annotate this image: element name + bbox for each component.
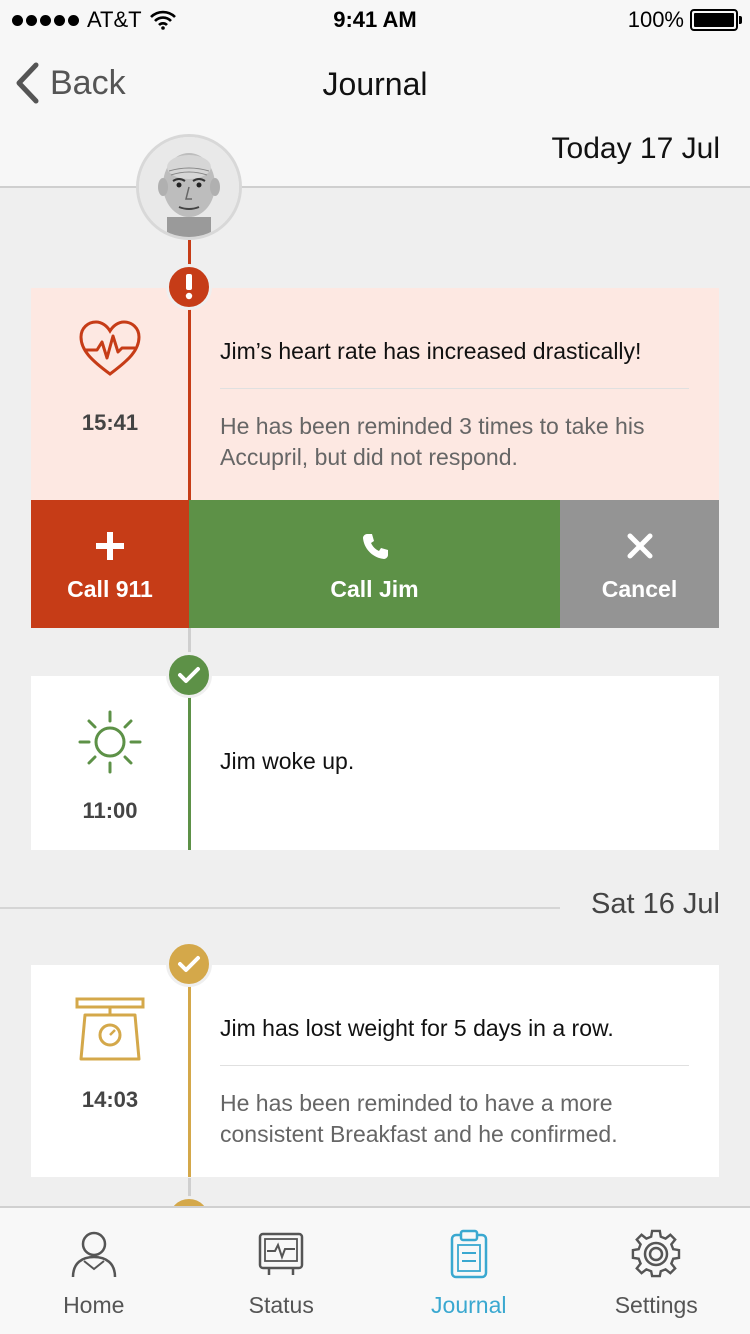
entry-detail: He has been reminded to have a more cons… [220,1090,618,1147]
entry-headline: Jim’s heart rate has increased drastical… [220,338,642,364]
call-911-label: Call 911 [67,575,153,602]
call-911-button[interactable]: Call 911 [31,500,189,628]
entry-time: 15:41 [81,410,139,435]
entry-headline: Jim woke up. [220,748,355,774]
cancel-label: Cancel [601,575,678,602]
avatar[interactable] [136,134,242,240]
cancel-button[interactable]: Cancel [560,500,719,628]
person-icon [71,1231,116,1278]
scale-icon [75,997,145,1061]
exclamation-icon [185,274,193,300]
divider [220,1065,689,1066]
journal-entry[interactable]: 11:00 Jim woke up. [31,676,719,850]
checkmark-icon [178,956,200,972]
elderly-man-portrait [139,137,239,237]
battery-percent: 100% [627,7,684,32]
call-jim-button[interactable]: Call Jim [189,500,560,628]
tab-label: Status [248,1292,314,1318]
call-jim-label: Call Jim [330,575,419,602]
tab-label: Home [63,1292,125,1318]
close-icon [627,533,652,558]
status-badge-ok [166,652,212,698]
journal-entry-warning[interactable]: 14:03 Jim has lost weight for 5 days in … [31,965,719,1177]
tab-home[interactable]: Home [0,1208,188,1334]
entry-time: 11:00 [82,798,138,823]
journal-entry-alert[interactable]: 15:41 Jim’s heart rate has increased dra… [31,288,719,500]
tab-settings[interactable]: Settings [563,1208,750,1334]
tab-label: Journal [431,1292,507,1318]
date-separator: Sat 16 Jul [0,880,750,936]
navigation-bar: Back Journal Today 17 Jul [0,40,750,188]
alert-badge [166,264,212,310]
entry-detail: He has been reminded 3 times to take his… [220,413,645,470]
divider [0,907,560,909]
gear-icon [631,1229,681,1278]
tab-bar: Home Status Journal Settings [0,1206,750,1334]
entry-time: 14:03 [81,1087,139,1112]
date-header-saturday: Sat 16 Jul [591,888,720,920]
divider [220,388,689,389]
status-bar: AT&T 9:41 AM 100% [0,0,750,40]
page-title: Journal [322,66,428,102]
tab-status[interactable]: Status [188,1208,376,1334]
date-header-today: Today 17 Jul [551,132,720,165]
alert-actions: Call 911 Call Jim Cancel [31,500,719,628]
status-badge-warning [166,941,212,987]
tab-label: Settings [614,1292,698,1318]
monitor-icon [259,1232,304,1275]
heart-rate-icon [79,320,141,376]
phone-icon [362,533,388,559]
sun-icon [78,710,142,774]
plus-icon [96,531,124,560]
tab-journal[interactable]: Journal [375,1208,563,1334]
entry-headline: Jim has lost weight for 5 days in a row. [220,1015,614,1041]
battery-icon [690,9,742,31]
checkmark-icon [178,667,200,683]
clipboard-icon [450,1229,487,1279]
